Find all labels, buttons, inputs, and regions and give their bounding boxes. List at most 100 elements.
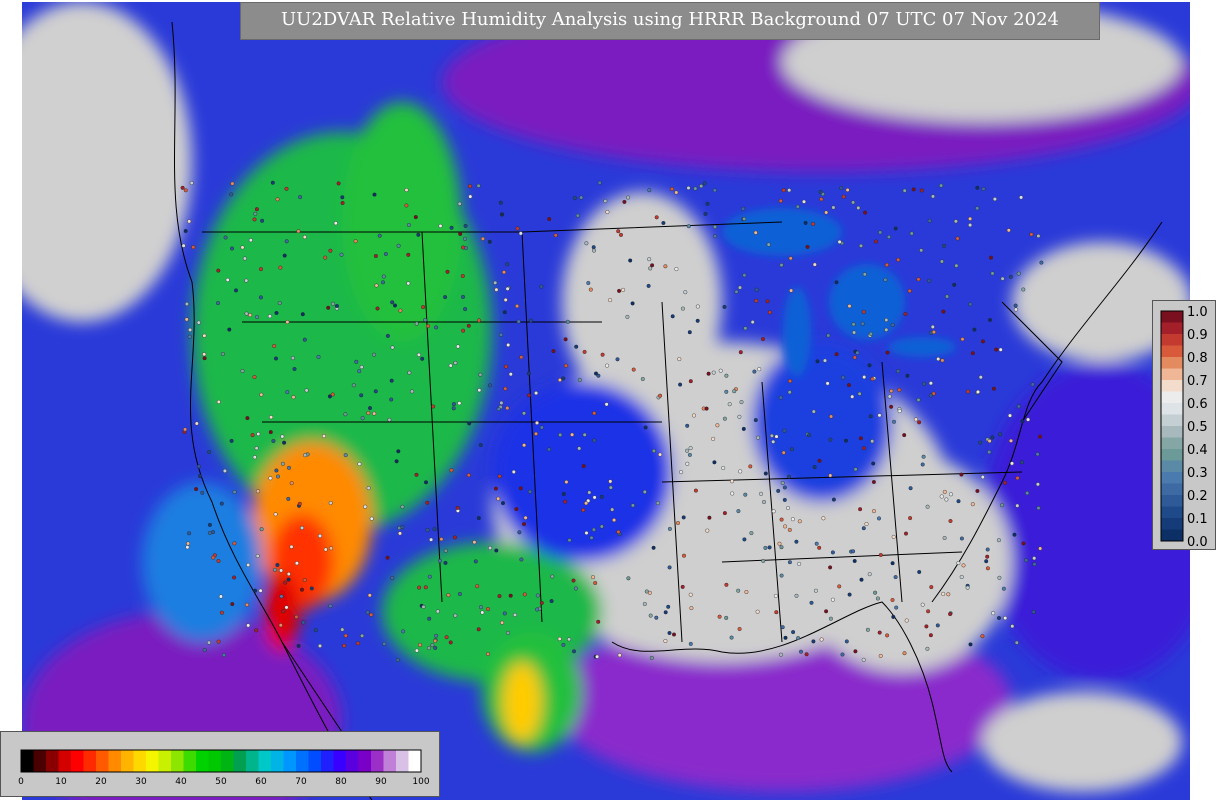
- observation-dot: [802, 199, 807, 204]
- observation-dot: [680, 584, 685, 589]
- observation-dot: [948, 612, 953, 617]
- rh-colorbar-label: 90: [375, 777, 387, 787]
- observation-dot: [196, 464, 201, 469]
- observation-dot: [202, 356, 207, 361]
- observation-dot: [278, 623, 283, 628]
- observation-dot: [456, 344, 461, 349]
- observation-dot: [567, 538, 572, 543]
- observation-dot: [390, 300, 395, 305]
- observation-dot: [244, 602, 249, 607]
- observation-dot: [902, 188, 907, 193]
- observation-dot: [1016, 404, 1021, 409]
- observation-dot: [421, 604, 426, 609]
- observation-dot: [830, 597, 835, 602]
- rh-colorbar-swatch: [333, 750, 347, 772]
- observation-dot: [329, 546, 334, 551]
- observation-dot: [904, 531, 909, 536]
- observation-dot: [289, 544, 294, 549]
- observation-dot: [202, 333, 207, 338]
- observation-dot: [873, 590, 878, 595]
- observation-dot: [506, 343, 511, 348]
- observation-dot: [522, 592, 527, 597]
- observation-dot: [267, 314, 272, 319]
- observation-dot: [375, 306, 380, 311]
- observation-legend-swatch: [1161, 483, 1183, 496]
- observation-dot: [268, 430, 273, 435]
- observation-dot: [373, 253, 378, 258]
- rh-colorbar-swatch: [383, 750, 397, 772]
- observation-dot: [414, 648, 419, 653]
- observation-dot: [799, 649, 804, 654]
- observation-dot: [702, 181, 707, 186]
- observation-dot: [646, 283, 651, 288]
- observation-dot: [421, 305, 426, 310]
- observation-dot: [695, 318, 700, 323]
- observation-dot: [340, 195, 345, 200]
- rh-colorbar-swatch: [346, 750, 359, 772]
- observation-dot: [889, 389, 894, 394]
- observation-dot: [679, 470, 684, 475]
- observation-dot: [647, 257, 652, 262]
- observation-dot: [443, 548, 448, 553]
- observation-dot: [1012, 532, 1017, 537]
- rh-colorbar-label: 70: [295, 777, 307, 787]
- observation-dot: [828, 616, 833, 621]
- observation-dot: [248, 238, 253, 243]
- observation-dot: [573, 586, 578, 591]
- observation-dot: [861, 526, 866, 531]
- observation-dot: [920, 462, 925, 467]
- rh-colorbar-swatch: [96, 750, 109, 772]
- observation-dot: [936, 357, 941, 362]
- observation-dot: [539, 425, 544, 430]
- observation-dot: [617, 653, 622, 658]
- observation-dot: [688, 592, 693, 597]
- observation-dot: [959, 472, 964, 477]
- observation-dot: [773, 593, 778, 598]
- rh-colorbar-label: 60: [255, 777, 267, 787]
- observation-dot: [844, 639, 849, 644]
- observation-dot: [473, 559, 478, 564]
- observation-dot: [517, 530, 522, 535]
- observation-dot: [296, 229, 301, 234]
- observation-dot: [919, 188, 924, 193]
- observation-dot: [303, 453, 308, 458]
- observation-dot: [819, 197, 824, 202]
- observation-dot: [924, 624, 929, 629]
- observation-dot: [928, 633, 933, 638]
- observation-dot: [955, 236, 960, 241]
- observation-dot: [260, 218, 265, 223]
- observation-dot: [828, 473, 833, 478]
- observation-dot: [975, 185, 980, 190]
- observation-dot: [858, 507, 863, 512]
- observation-dot: [496, 496, 501, 501]
- observation-dot: [868, 331, 873, 336]
- observation-dot: [519, 355, 524, 360]
- observation-dot: [557, 378, 562, 383]
- observation-dot: [406, 281, 411, 286]
- observation-dot: [715, 423, 720, 428]
- observation-dot: [858, 436, 863, 441]
- observation-dot: [284, 605, 289, 610]
- observation-dot: [322, 434, 327, 439]
- observation-dot: [795, 204, 800, 209]
- observation-dot: [897, 387, 902, 392]
- observation-legend-label: 0.2: [1187, 489, 1208, 504]
- observation-dot: [518, 486, 523, 491]
- observation-legend-swatch: [1161, 529, 1183, 542]
- rh-colorbar-swatch: [171, 750, 184, 772]
- observation-dot: [893, 575, 898, 580]
- observation-dot: [713, 224, 718, 229]
- observation-dot: [783, 524, 788, 529]
- observation-dot: [961, 563, 966, 568]
- observation-dot: [885, 350, 890, 355]
- observation-dot: [916, 277, 921, 282]
- observation-dot: [433, 645, 438, 650]
- observation-dot: [615, 357, 620, 362]
- observation-dot: [584, 501, 589, 506]
- observation-dot: [722, 304, 727, 309]
- observation-dot: [216, 559, 221, 564]
- observation-dot: [782, 497, 787, 502]
- observation-dot: [515, 226, 520, 231]
- observation-dot: [333, 221, 338, 226]
- observation-dot: [804, 652, 809, 657]
